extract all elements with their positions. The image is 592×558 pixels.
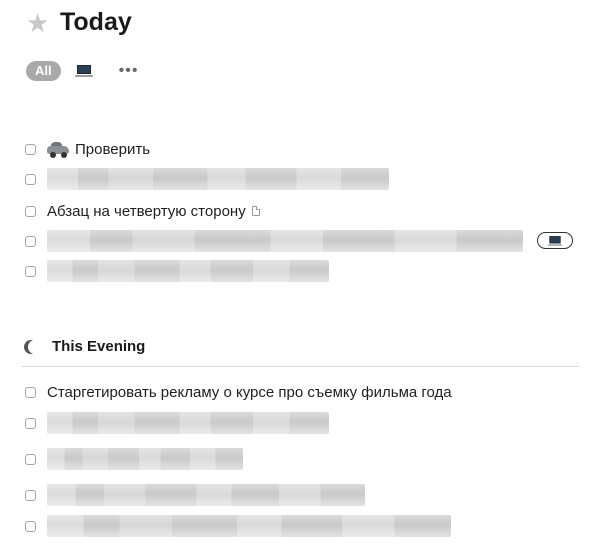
divider (22, 366, 579, 367)
list-item[interactable] (25, 260, 329, 282)
section-title: This Evening (52, 338, 146, 355)
list-item[interactable] (25, 448, 243, 470)
blurred-task-title (47, 448, 243, 470)
blurred-task-title (47, 230, 523, 252)
moon-icon (28, 340, 42, 354)
checkbox[interactable] (25, 205, 36, 217)
laptop-icon (547, 235, 563, 246)
list-item[interactable]: Проверить (25, 138, 150, 160)
checkbox[interactable] (25, 453, 36, 465)
page-title: Today (60, 8, 132, 36)
list-item[interactable] (25, 168, 389, 190)
checkbox[interactable] (25, 489, 36, 501)
more-icon[interactable]: ••• (119, 63, 139, 79)
blurred-task-title (47, 260, 329, 282)
checkbox[interactable] (25, 143, 36, 155)
list-item[interactable] (25, 484, 365, 506)
task-title: Проверить (75, 140, 151, 158)
checkbox[interactable] (25, 173, 36, 185)
list-item[interactable]: Абзац на четвертую сторону (25, 200, 260, 222)
checkbox[interactable] (25, 386, 36, 398)
task-title: Старгетировать рекламу о курсе про съемк… (47, 383, 452, 401)
filter-bar: All ••• (26, 61, 138, 81)
blurred-task-title (47, 168, 389, 190)
blurred-task-title (47, 484, 365, 506)
page-header: ★ Today (26, 8, 132, 37)
task-title: Абзац на четвертую сторону (47, 202, 246, 220)
list-item[interactable] (25, 412, 329, 434)
laptop-icon[interactable] (74, 65, 93, 77)
section-header: This Evening (24, 338, 145, 355)
checkbox[interactable] (25, 520, 36, 532)
blurred-task-title (47, 515, 451, 537)
tag-badge[interactable] (537, 232, 573, 249)
list-item[interactable]: Старгетировать рекламу о курсе про съемк… (25, 381, 452, 403)
car-icon (47, 142, 69, 158)
filter-all-button[interactable]: All (26, 61, 61, 81)
checkbox[interactable] (25, 265, 36, 277)
blurred-task-title (47, 412, 329, 434)
checkbox[interactable] (25, 235, 36, 247)
note-icon (251, 206, 260, 216)
star-icon: ★ (26, 7, 50, 38)
list-item[interactable] (25, 230, 523, 252)
list-item[interactable] (25, 515, 451, 537)
checkbox[interactable] (25, 417, 36, 429)
